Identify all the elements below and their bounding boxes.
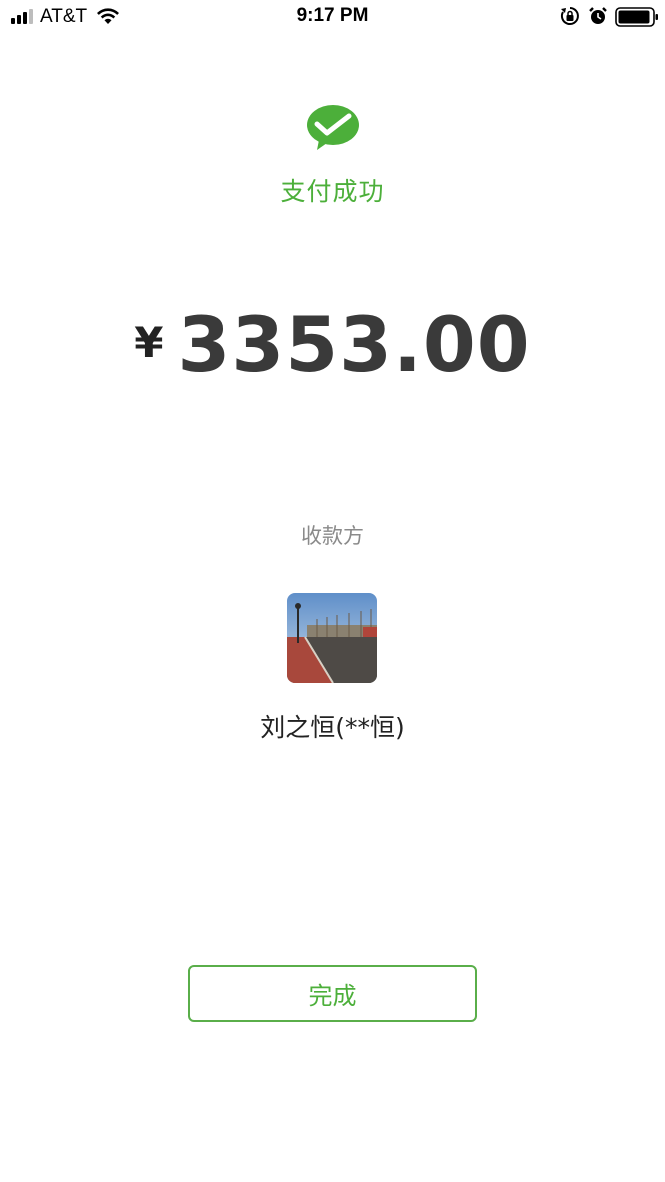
currency-symbol: ¥ [134,318,164,367]
payment-status-text: 支付成功 [280,177,385,206]
payee-avatar [287,593,377,683]
wechat-pay-success-icon [307,105,359,150]
done-button-label: 完成 [308,982,357,1010]
alarm-icon [589,7,607,24]
payee-label: 收款方 [301,524,364,548]
payment-amount: ¥3353.00 [0,300,665,400]
status-bar: AT&T 9:17 PM [0,0,665,34]
amount-value: 3353.00 [177,300,531,389]
payee-name: 刘之恒(**恒) [260,713,405,742]
avatar-photo [287,593,377,683]
battery-icon [615,7,658,27]
rotation-lock-icon [560,7,579,25]
done-button[interactable]: 完成 [188,965,477,1022]
